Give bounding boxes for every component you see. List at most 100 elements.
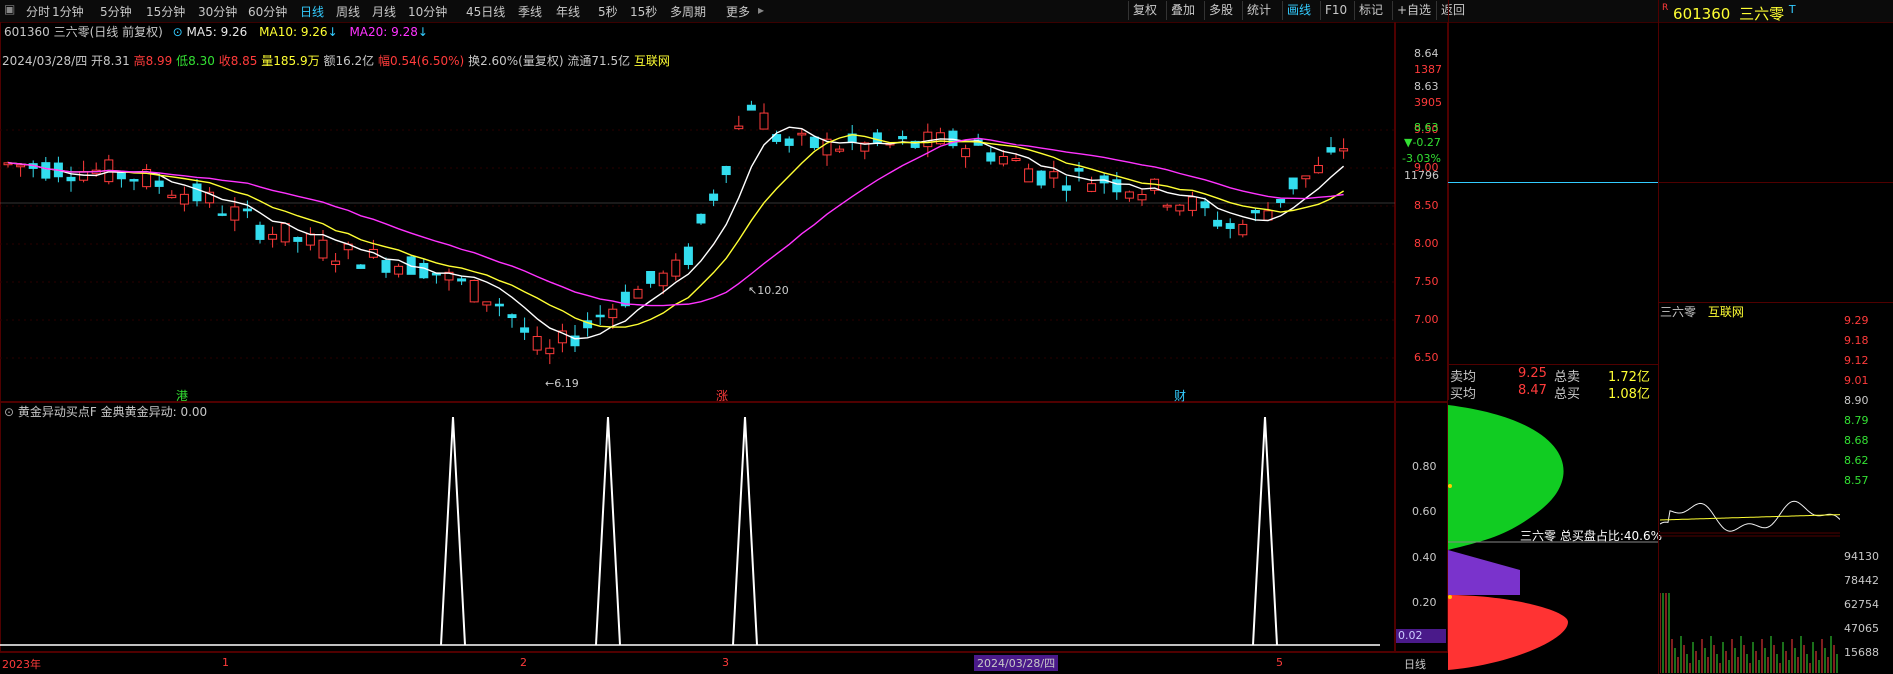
- bid-row[interactable]: [1448, 347, 1658, 363]
- period-5sec[interactable]: 5秒: [598, 3, 618, 20]
- mini-price-tick: 8.57: [1844, 474, 1869, 487]
- mini-price-tick: 9.29: [1844, 314, 1869, 327]
- ask-row[interactable]: [1448, 20, 1658, 36]
- quote-name: 三六零: [1739, 5, 1785, 23]
- ask-row[interactable]: [1448, 74, 1658, 90]
- quote-row: [1662, 242, 1890, 259]
- period-multi[interactable]: 多周期: [670, 3, 706, 20]
- candle: [280, 223, 290, 243]
- candle: [1162, 204, 1172, 208]
- bid-row[interactable]: [1448, 257, 1658, 273]
- xaxis-period[interactable]: 日线: [1404, 656, 1426, 672]
- period-weekly[interactable]: 周线: [336, 3, 360, 20]
- mini-price-tick: 9.18: [1844, 334, 1869, 347]
- ind-tick-060: 0.60: [1412, 505, 1437, 518]
- period-10min[interactable]: 10分钟: [408, 3, 447, 20]
- quote-row: [1662, 46, 1890, 63]
- quote-row: [1662, 204, 1890, 221]
- candle: [1326, 147, 1336, 153]
- period-5min[interactable]: 5分钟: [100, 3, 132, 20]
- btn-zixuan[interactable]: +自选: [1392, 1, 1435, 20]
- quote-divider: [1658, 182, 1893, 183]
- price-tick: 6.50: [1414, 351, 1439, 364]
- period-45day[interactable]: 45日线: [466, 3, 505, 20]
- candle: [1011, 158, 1021, 162]
- side-info-price2: 8.63: [1414, 80, 1439, 93]
- mini-price-tick: 9.12: [1844, 354, 1869, 367]
- more-chevron-icon[interactable]: ▸: [758, 3, 764, 17]
- toolbar-menu-icon[interactable]: ▣: [4, 2, 15, 16]
- ask-row[interactable]: [1448, 2, 1658, 18]
- indicator-spike: [440, 416, 466, 646]
- period-15sec[interactable]: 15秒: [630, 3, 657, 20]
- period-1min[interactable]: 1分钟: [52, 3, 84, 20]
- btn-duogu[interactable]: 多股: [1204, 1, 1237, 20]
- candle: [116, 172, 126, 180]
- candle: [1024, 168, 1034, 183]
- ind-tick-080: 0.80: [1412, 460, 1437, 473]
- candle: [318, 239, 328, 259]
- candle: [66, 176, 76, 182]
- mini-tab-sector[interactable]: 互联网: [1708, 305, 1744, 319]
- candle: [923, 131, 933, 148]
- bid-row[interactable]: [1448, 185, 1658, 201]
- candle: [469, 280, 479, 303]
- btn-fuquan[interactable]: 复权: [1128, 1, 1161, 20]
- ma10-label: MA10: 9.26: [259, 25, 328, 39]
- ask-row[interactable]: [1448, 164, 1658, 180]
- candle: [633, 288, 643, 299]
- btn-f10[interactable]: F10: [1320, 1, 1351, 20]
- period-more[interactable]: 更多: [726, 3, 750, 20]
- btn-diejia[interactable]: 叠加: [1166, 1, 1199, 20]
- candle: [1124, 191, 1134, 199]
- period-60min[interactable]: 60分钟: [248, 3, 287, 20]
- quote-row: [1662, 261, 1890, 278]
- ma-lines: [7, 126, 1345, 340]
- quote-row: [1662, 27, 1890, 44]
- ask-row[interactable]: [1448, 92, 1658, 108]
- kline-chart: [0, 100, 1395, 365]
- bid-row[interactable]: [1448, 221, 1658, 237]
- btn-tongji[interactable]: 统计: [1242, 1, 1275, 20]
- xaxis-feb: 2: [520, 656, 527, 669]
- period-year[interactable]: 年线: [556, 3, 580, 20]
- candle: [305, 233, 315, 246]
- ma10-line: [7, 134, 1344, 328]
- period-30min[interactable]: 30分钟: [198, 3, 237, 20]
- kline-low-label: ←6.19: [545, 377, 579, 390]
- bid-row[interactable]: [1448, 293, 1658, 309]
- mini-tab-stock[interactable]: 三六零: [1660, 305, 1696, 319]
- candle: [961, 148, 971, 158]
- period-15min[interactable]: 15分钟: [146, 3, 185, 20]
- period-fenshi[interactable]: 分时: [26, 3, 50, 20]
- btn-biaoji[interactable]: 标记: [1354, 1, 1387, 20]
- ask-row[interactable]: [1448, 38, 1658, 54]
- kline-candles: [3, 100, 1349, 365]
- price-tick: 8.00: [1414, 237, 1439, 250]
- period-quarter[interactable]: 季线: [518, 3, 542, 20]
- ask-row[interactable]: [1448, 146, 1658, 162]
- bid-row[interactable]: [1448, 311, 1658, 327]
- bid-row[interactable]: [1448, 329, 1658, 345]
- candle: [759, 112, 769, 130]
- period-daily[interactable]: 日线: [300, 3, 324, 20]
- btn-huaxian[interactable]: 画线: [1282, 1, 1315, 20]
- period-monthly[interactable]: 月线: [372, 3, 396, 20]
- quote-tag-icon[interactable]: T: [1789, 3, 1796, 16]
- ask-row[interactable]: [1448, 56, 1658, 72]
- candle: [381, 260, 391, 273]
- side-info-vol3: 11796: [1404, 169, 1439, 182]
- kline-price-axis: [1395, 22, 1448, 402]
- candle: [268, 233, 278, 240]
- bid-row[interactable]: [1448, 275, 1658, 291]
- bid-row[interactable]: [1448, 239, 1658, 255]
- xaxis-2023: 2023年: [2, 658, 41, 671]
- candle: [230, 206, 240, 221]
- mini-price-tick: 8.68: [1844, 434, 1869, 447]
- mini-chart: [1660, 500, 1840, 673]
- ask-row[interactable]: [1448, 128, 1658, 144]
- indicator-spike: [595, 416, 621, 646]
- dropdown-icon[interactable]: ⊙: [173, 25, 183, 39]
- bid-row[interactable]: [1448, 203, 1658, 219]
- ask-row[interactable]: [1448, 110, 1658, 126]
